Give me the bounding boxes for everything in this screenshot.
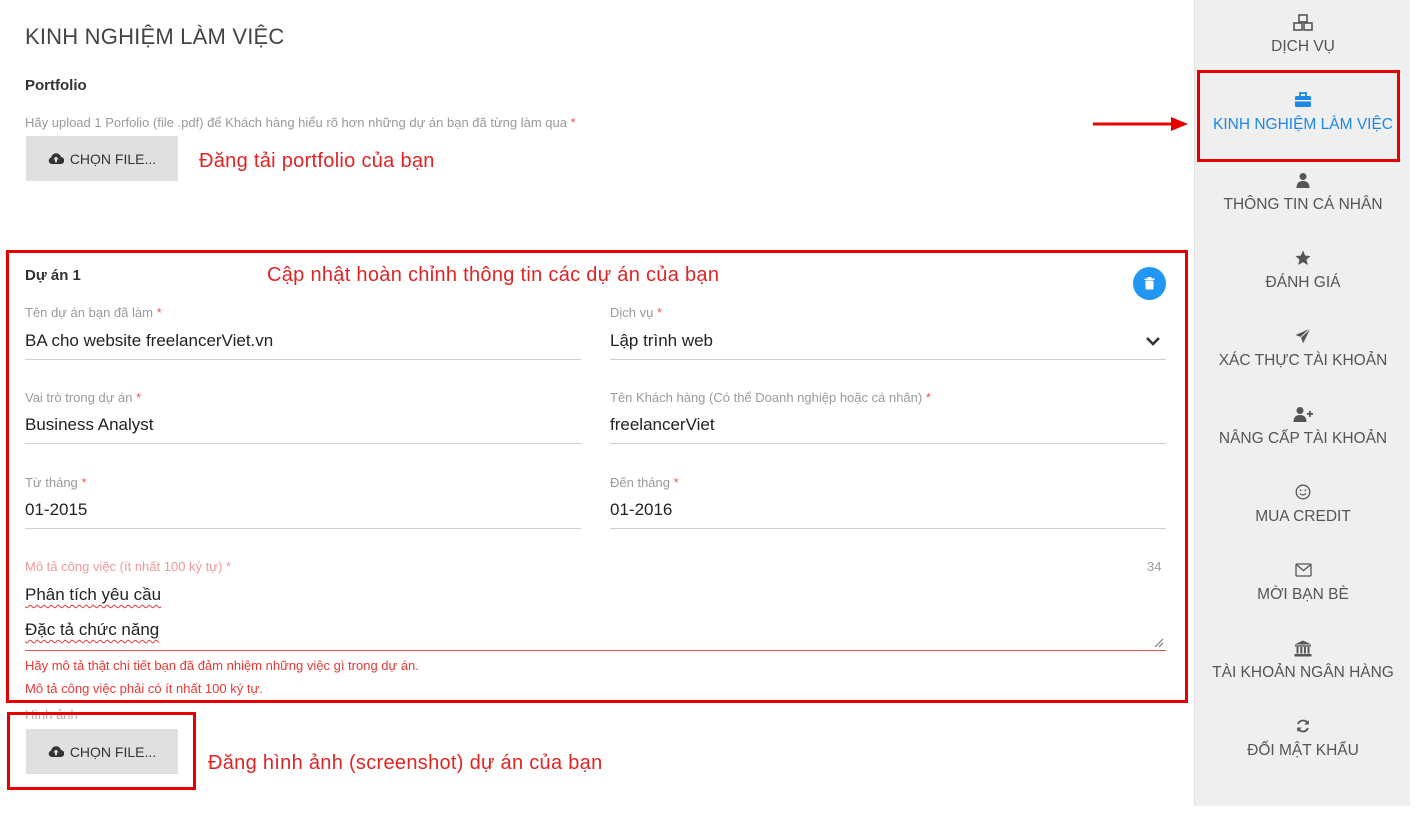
annotation-arrow-icon <box>1093 117 1188 131</box>
user-icon <box>1296 170 1310 190</box>
refresh-icon <box>1295 716 1311 736</box>
service-underline <box>610 359 1166 360</box>
description-line-1[interactable]: Phân tích yêu cầu <box>25 585 161 605</box>
description-underline <box>25 650 1166 651</box>
images-choose-file-button[interactable]: CHỌN FILE... <box>26 729 178 774</box>
sidebar-item-label: MUA CREDIT <box>1255 508 1351 525</box>
sidebar-item-reviews[interactable]: ĐÁNH GIÁ <box>1195 248 1411 292</box>
from-month-input[interactable]: 01-2015 <box>25 500 87 520</box>
description-label: Mô tả công việc (ít nhất 100 ký tự) * <box>25 559 231 574</box>
annotation-portfolio: Đăng tải portfolio của bạn <box>199 150 435 172</box>
sidebar-item-personal-info[interactable]: THÔNG TIN CÁ NHÂN <box>1195 170 1411 214</box>
role-label: Vai trò trong dự án * <box>25 390 142 405</box>
project-title: Dự án 1 <box>25 267 81 284</box>
resize-handle-icon[interactable] <box>1152 636 1164 648</box>
to-month-label: Đến tháng * <box>610 475 679 490</box>
cubes-icon <box>1293 12 1313 32</box>
smile-icon <box>1295 482 1311 502</box>
project-name-input[interactable]: BA cho website freelancerViet.vn <box>25 331 273 351</box>
to-month-input[interactable]: 01-2016 <box>610 500 672 520</box>
service-select[interactable]: Lập trình web <box>610 331 713 351</box>
required-mark: * <box>570 115 576 130</box>
client-input[interactable]: freelancerViet <box>610 415 715 435</box>
from-month-underline <box>25 528 581 529</box>
star-icon <box>1295 248 1311 268</box>
sidebar-item-verify-account[interactable]: XÁC THỰC TÀI KHOẢN <box>1195 326 1411 370</box>
client-underline <box>610 443 1166 444</box>
role-underline <box>25 443 581 444</box>
role-input[interactable]: Business Analyst <box>25 415 154 435</box>
trash-icon <box>1144 277 1155 290</box>
sidebar-item-label: XÁC THỰC TÀI KHOẢN <box>1218 352 1388 369</box>
portfolio-choose-file-button[interactable]: CHỌN FILE... <box>26 136 178 181</box>
sidebar-item-label: ĐÁNH GIÁ <box>1265 274 1341 291</box>
sidebar-item-invite-friends[interactable]: MỜI BẠN BÈ <box>1195 560 1411 604</box>
user-plus-icon <box>1293 404 1313 424</box>
sidebar-item-bank-account[interactable]: TÀI KHOẢN NGÂN HÀNG <box>1195 638 1411 682</box>
client-label: Tên Khách hàng (Có thể Doanh nghiệp hoặc… <box>610 390 931 405</box>
project-name-label: Tên dự án bạn đã làm * <box>25 305 162 320</box>
paper-plane-icon <box>1295 326 1311 346</box>
character-counter: 34 <box>1147 559 1162 574</box>
sidebar-item-label: MỜI BẠN BÈ <box>1257 586 1349 603</box>
portfolio-label: Portfolio <box>25 77 87 94</box>
description-error-2: Mô tả công việc phải có ít nhất 100 ký t… <box>25 681 263 696</box>
cloud-upload-icon <box>48 153 64 165</box>
sidebar-item-upgrade-account[interactable]: NÂNG CẤP TÀI KHOẢN <box>1195 404 1411 448</box>
to-month-underline <box>610 528 1166 529</box>
sidebar-item-label: TÀI KHOẢN NGÂN HÀNG <box>1212 664 1394 681</box>
project-name-underline <box>25 359 581 360</box>
from-month-label: Từ tháng * <box>25 475 87 490</box>
sidebar-item-label: DỊCH VỤ <box>1271 38 1335 55</box>
envelope-icon <box>1294 560 1312 580</box>
description-line-2[interactable]: Đặc tả chức năng <box>25 620 159 640</box>
images-choose-file-label: CHỌN FILE... <box>69 743 157 760</box>
annotation-sidebar-highlight <box>1197 70 1400 162</box>
delete-project-button[interactable] <box>1133 267 1166 300</box>
portfolio-hint: Hãy upload 1 Porfolio (file .pdf) để Khá… <box>25 115 576 130</box>
sidebar-item-buy-credit[interactable]: MUA CREDIT <box>1195 482 1411 526</box>
sidebar-item-services[interactable]: DỊCH VỤ <box>1195 12 1411 56</box>
annotation-project: Cập nhật hoàn chỉnh thông tin các dự án … <box>267 264 720 286</box>
description-error-1: Hãy mô tả thật chi tiết bạn đã đảm nhiệm… <box>25 658 419 673</box>
bank-icon <box>1294 638 1312 658</box>
page-title: KINH NGHIỆM LÀM VIỆC <box>25 24 285 49</box>
annotation-images: Đăng hình ảnh (screenshot) dự án của bạn <box>208 752 603 774</box>
sidebar-item-label: THÔNG TIN CÁ NHÂN <box>1223 196 1383 213</box>
service-label: Dịch vụ * <box>610 305 663 320</box>
portfolio-choose-file-label: CHỌN FILE... <box>69 150 157 167</box>
chevron-down-icon[interactable] <box>1145 336 1161 347</box>
cloud-upload-icon <box>48 746 64 758</box>
annotation-project-box <box>6 250 1188 703</box>
sidebar-item-change-password[interactable]: ĐỔI MẬT KHẨU <box>1195 716 1411 760</box>
sidebar-item-label: ĐỔI MẬT KHẨU <box>1247 742 1359 759</box>
sidebar-item-label: NÂNG CẤP TÀI KHOẢN <box>1218 430 1388 447</box>
